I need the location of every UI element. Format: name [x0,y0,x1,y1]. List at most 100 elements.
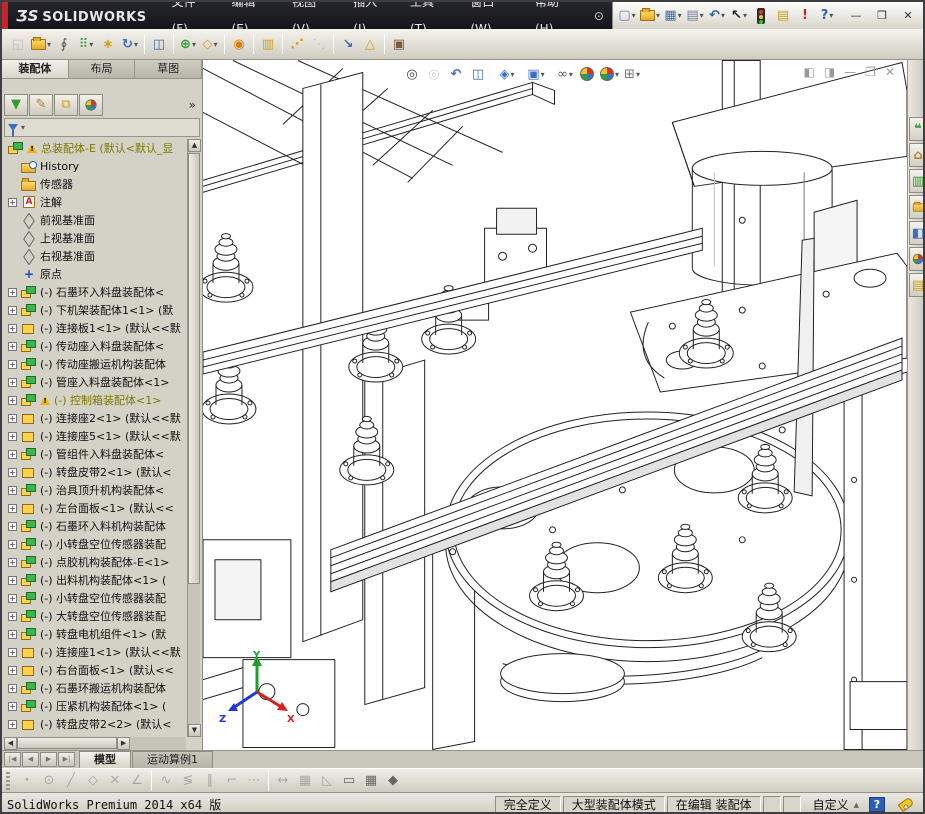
tree-item[interactable]: 右视基准面 [4,247,200,265]
take-snapshot-button[interactable]: ▣ [388,33,410,55]
print-button[interactable]: ▤ ▾ [684,5,706,27]
tree-vertical-scrollbar[interactable]: ▲ ▼ [187,139,201,737]
dropdown-arrow-icon[interactable]: ▾ [615,70,619,79]
expand-icon[interactable]: + [8,485,17,495]
expand-icon[interactable]: + [8,395,17,405]
tree-item[interactable]: + (-) 小转盘空位传感器装配 [4,535,200,553]
tree-item[interactable]: + (-) 右台面板<1> (默认<< [4,661,200,679]
graphics-viewport[interactable]: ◎ ◎ ↶ ◫ ◈ ▾ ▣ ▾ ∞ ▾ ▾ ⊞ ▾ ◧ ◨ — ❐ ✕ Y X … [203,60,907,750]
rebuild-traffic-light-button[interactable] [750,5,772,27]
pin-menu-icon[interactable]: ⊙ [586,9,612,23]
tree-item[interactable]: + (-) 石墨环搬运机构装配体 [4,679,200,697]
first-view-button[interactable]: |◀ [4,752,21,767]
tree-item[interactable]: + (-) 大转盘空位传感器装配 [4,607,200,625]
select-cursor-button[interactable]: ↖ ▾ [728,5,750,27]
dropdown-arrow-icon[interactable]: ▾ [636,70,640,79]
interference-detection-button[interactable]: △ [359,33,381,55]
file-explorer-button[interactable] [909,195,923,219]
tree-item[interactable]: + (-) 石墨环入料机构装配体 [4,517,200,535]
file-properties-button[interactable]: ▤ [772,5,794,27]
tree-item[interactable]: + (-) 治具顶升机构装配体< [4,481,200,499]
split-view-right-button[interactable]: ◨ [824,65,835,79]
expand-icon[interactable]: + [8,467,17,477]
expand-icon[interactable]: + [8,305,17,315]
tree-item[interactable]: 原点 [4,265,200,283]
undo-button[interactable]: ↶ ▾ [706,5,728,27]
dropdown-arrow-icon[interactable]: ▾ [829,11,833,20]
dropdown-arrow-icon[interactable]: ▾ [569,70,573,79]
custom-expand-icon[interactable]: ▲ [854,801,859,809]
expand-icon[interactable]: + [8,521,17,531]
solidworks-resources-button[interactable]: ❝ [909,117,923,141]
help-question-button[interactable]: ? ▾ [816,5,838,27]
view-palette-button[interactable]: ◧ [909,221,923,245]
scroll-left-icon[interactable]: ◀ [4,737,17,750]
custom-properties-button[interactable]: ▤ [909,273,923,297]
tree-item[interactable]: + (-) 转盘皮带2<2> (默认< [4,715,200,733]
expand-icon[interactable]: + [8,593,17,603]
dropdown-arrow-icon[interactable]: ▾ [214,40,218,49]
status-custom[interactable]: 自定义 ▲ [803,796,869,812]
tree-horizontal-scrollbar[interactable]: ◀ ▶ [4,737,186,750]
expand-icon[interactable]: + [8,341,17,351]
error-flag-button[interactable]: ! [794,5,816,27]
filter-dropdown-icon[interactable]: ▾ [21,123,25,132]
zoom-to-fit-button[interactable]: ◎ [401,62,423,86]
expand-icon[interactable]: + [8,377,17,387]
tab-assembly[interactable]: 装配体 [2,60,69,78]
expand-icon[interactable]: + [8,629,17,639]
rotate-component-button[interactable]: ↻ ▾ [119,33,141,55]
expand-icon[interactable]: + [8,611,17,621]
expand-icon[interactable]: + [8,503,17,513]
display-style-button[interactable]: ▣ ▾ [525,62,547,86]
expand-icon[interactable]: + [8,701,17,711]
show-hidden-components-button[interactable]: ◫ [148,33,170,55]
linear-component-pattern-button[interactable]: ⠿ ▾ [75,33,97,55]
propertymanager-button[interactable]: ✎ [29,93,53,116]
restore-window-button[interactable]: ❐ [870,6,894,26]
tree-item[interactable]: + (-) 连接板1<1> (默认<<默 [4,319,200,337]
apply-scene-button[interactable] [576,62,598,86]
dropdown-arrow-icon[interactable]: ▾ [743,11,747,20]
tree-item[interactable]: + (-) 连接座1<1> (默认<<默 [4,643,200,661]
expand-icon[interactable]: + [8,449,17,459]
view-settings-button[interactable]: ▾ [598,62,621,86]
dropdown-arrow-icon[interactable]: ▾ [47,40,51,49]
dropdown-arrow-icon[interactable]: ▾ [89,40,93,49]
expand-icon[interactable]: + [8,719,17,729]
tree-item[interactable]: + 注解 [4,193,200,211]
tree-item[interactable]: 前视基准面 [4,211,200,229]
reference-geometry-button[interactable]: ◇ ▾ [199,33,221,55]
scroll-down-icon[interactable]: ▼ [188,724,201,737]
split-view-left-button[interactable]: ◧ [803,65,814,79]
open-document-button[interactable]: ▾ [29,33,53,55]
tree-item[interactable]: + (-) 转盘电机组件<1> (默 [4,625,200,643]
tab-model[interactable]: 模型 [79,751,131,768]
tree-item[interactable]: + (-) 管组件入料盘装配体< [4,445,200,463]
tree-item[interactable]: + (-) 管座入料盘装配体<1> [4,373,200,391]
close-window-button[interactable]: ✕ [896,6,920,26]
close-document-button[interactable]: ✕ [885,65,895,79]
tree-item[interactable]: 传感器 [4,175,200,193]
tree-item[interactable]: History [4,157,200,175]
configurationmanager-button[interactable]: ⧉ [54,93,78,116]
toolbar-grip[interactable] [6,771,10,790]
tab-sketch[interactable]: 草图 [135,60,203,78]
filter-funnel-icon[interactable] [8,124,18,137]
dropdown-arrow-icon[interactable]: ▾ [678,11,682,20]
open-file-button[interactable]: ▾ [638,5,662,27]
appearances-scenes-button[interactable] [909,247,923,271]
expand-icon[interactable]: + [8,647,17,657]
dropdown-arrow-icon[interactable]: ▾ [134,40,138,49]
section-face-button[interactable]: ▭ [338,770,360,792]
save-button[interactable]: ▦ ▾ [662,5,684,27]
scroll-up-icon[interactable]: ▲ [188,139,201,152]
tree-item[interactable]: + (-) 连接座2<1> (默认<<默 [4,409,200,427]
tree-item[interactable]: + (-) 小转盘空位传感器装配 [4,589,200,607]
expand-icon[interactable]: + [8,431,17,441]
displaymanager-button[interactable] [79,93,103,116]
last-view-button[interactable]: ▶| [58,752,75,767]
tab-layout[interactable]: 布局 [68,60,136,78]
assembly-features-button[interactable]: ⊕ ▾ [177,33,199,55]
tree-item[interactable]: + (-) 下机架装配体1<1> (默 [4,301,200,319]
